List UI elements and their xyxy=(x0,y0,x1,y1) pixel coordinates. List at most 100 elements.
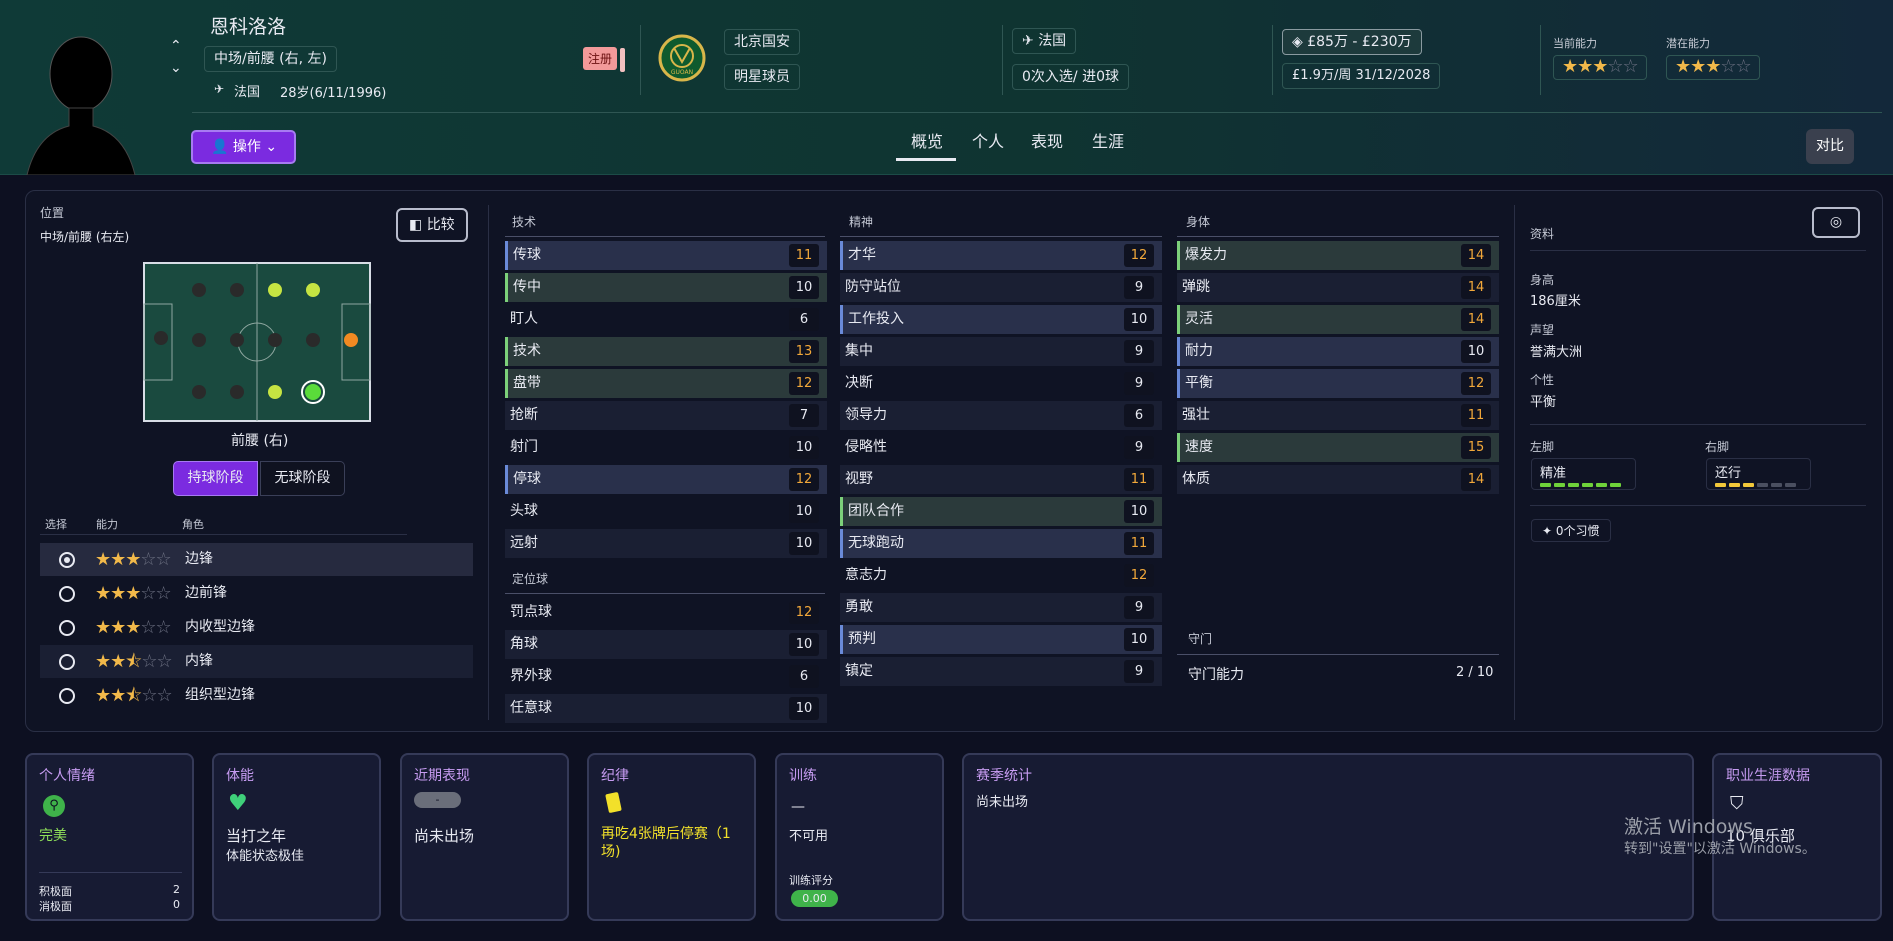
attribute-row[interactable]: 罚点球 12 xyxy=(505,598,827,627)
attribute-row[interactable]: 镇定 9 xyxy=(840,657,1162,686)
compare-top-button[interactable]: 对比 xyxy=(1806,129,1854,164)
training-dash: — xyxy=(791,799,805,815)
discipline-card[interactable]: 纪律 再吃4张牌后停赛（1场) xyxy=(587,753,756,921)
attribute-row[interactable]: 无球跑动 11 xyxy=(840,529,1162,558)
tab-overview[interactable]: 概览 xyxy=(911,128,943,152)
role-row[interactable]: ★★⯪☆☆ 内锋 xyxy=(40,645,473,678)
left-foot-bars xyxy=(1540,483,1627,487)
personality-value: 平衡 xyxy=(1530,395,1557,410)
morale-negative-value: 0 xyxy=(173,898,180,911)
training-card[interactable]: 训练 — 不可用 训练评分 0.00 xyxy=(775,753,944,921)
role-row[interactable]: ★★⯪☆☆ 组织型边锋 xyxy=(40,679,473,712)
attribute-row[interactable]: 角球 10 xyxy=(505,630,827,659)
phase-out-tab[interactable]: 无球阶段 xyxy=(260,461,345,496)
attribute-name: 集中 xyxy=(845,343,873,359)
role-row[interactable]: ★★★☆☆ 边锋 xyxy=(40,543,473,576)
attribute-row[interactable]: 技术 13 xyxy=(505,337,827,366)
attribute-row[interactable]: 勇敢 9 xyxy=(840,593,1162,622)
attribute-value: 10 xyxy=(789,500,819,523)
compare-button[interactable]: ◧ 比较 xyxy=(396,208,468,242)
attribute-value: 9 xyxy=(1124,276,1154,299)
attribute-row[interactable]: 爆发力 14 xyxy=(1177,241,1499,270)
attribute-row[interactable]: 抢断 7 xyxy=(505,401,827,430)
attribute-value: 12 xyxy=(1461,372,1491,395)
morale-positive-label: 积极面 xyxy=(39,885,72,898)
role-radio[interactable] xyxy=(59,688,75,704)
morale-icon: ⚲ xyxy=(43,795,65,817)
season-stats-card[interactable]: 赛季统计 尚未出场 xyxy=(962,753,1694,921)
foot-strength-bar xyxy=(1771,483,1782,487)
phase-in-tab[interactable]: 持球阶段 xyxy=(173,461,258,496)
attribute-row[interactable]: 体质 14 xyxy=(1177,465,1499,494)
attribute-row[interactable]: 盯人 6 xyxy=(505,305,827,334)
training-title: 训练 xyxy=(789,768,817,784)
chevron-down-icon: ⌄ xyxy=(265,139,278,155)
attribute-row[interactable]: 意志力 12 xyxy=(840,561,1162,590)
attribute-name: 罚点球 xyxy=(510,604,552,620)
prev-player-arrow[interactable]: ⌃ xyxy=(170,38,182,54)
technical-title: 技术 xyxy=(512,215,537,229)
tab-personal[interactable]: 个人 xyxy=(972,128,1004,152)
role-radio[interactable] xyxy=(59,552,75,568)
attribute-row[interactable]: 射门 10 xyxy=(505,433,827,462)
reputation-value: 誉满大洲 xyxy=(1530,345,1583,360)
attribute-row[interactable]: 决断 9 xyxy=(840,369,1162,398)
club-name[interactable]: 北京国安 xyxy=(724,29,800,55)
attribute-row[interactable]: 盘带 12 xyxy=(505,369,827,398)
form-card[interactable]: 近期表现 - 尚未出场 xyxy=(400,753,569,921)
attribute-row[interactable]: 工作投入 10 xyxy=(840,305,1162,334)
nation-team[interactable]: ✈ 法国 xyxy=(1012,28,1077,54)
attribute-row[interactable]: 强壮 11 xyxy=(1177,401,1499,430)
attribute-row[interactable]: 远射 10 xyxy=(505,529,827,558)
attribute-row[interactable]: 领导力 6 xyxy=(840,401,1162,430)
attribute-row[interactable]: 速度 15 xyxy=(1177,433,1499,462)
fitness-card[interactable]: 体能 ♥ 当打之年 体能状态极佳 xyxy=(212,753,381,921)
attribute-row[interactable]: 停球 12 xyxy=(505,465,827,494)
attribute-row[interactable]: 集中 9 xyxy=(840,337,1162,366)
attribute-value: 9 xyxy=(1124,436,1154,459)
attribute-row[interactable]: 任意球 10 xyxy=(505,694,827,723)
attribute-name: 盯人 xyxy=(510,311,538,327)
discipline-value: 再吃4张牌后停赛（1场) xyxy=(601,826,731,860)
attribute-row[interactable]: 侵略性 9 xyxy=(840,433,1162,462)
player-name: 恩科洛洛 xyxy=(210,16,287,38)
attribute-row[interactable]: 防守站位 9 xyxy=(840,273,1162,302)
actions-button[interactable]: 👤 操作 ⌄ xyxy=(191,130,296,164)
left-foot-value: 精准 xyxy=(1540,466,1567,481)
attribute-name: 无球跑动 xyxy=(848,535,904,551)
attribute-row[interactable]: 头球 10 xyxy=(505,497,827,526)
attribute-name: 角球 xyxy=(510,636,538,652)
role-radio[interactable] xyxy=(59,620,75,636)
nation-flag-icon: ✈ xyxy=(214,82,225,96)
role-radio[interactable] xyxy=(59,654,75,670)
next-player-arrow[interactable]: ⌄ xyxy=(170,60,182,76)
attribute-name: 才华 xyxy=(848,247,876,263)
role-row[interactable]: ★★★☆☆ 内收型边锋 xyxy=(40,611,473,644)
profile-settings-icon[interactable]: ◎ xyxy=(1812,207,1860,238)
physical-title: 身体 xyxy=(1186,215,1211,229)
tab-career[interactable]: 生涯 xyxy=(1092,128,1124,152)
role-stars: ★★⯪☆☆ xyxy=(95,651,173,672)
morale-card[interactable]: 个人情绪 ⚲ 完美 积极面 2 消极面 0 xyxy=(25,753,194,921)
attribute-value: 9 xyxy=(1124,372,1154,395)
attribute-row[interactable]: 团队合作 10 xyxy=(840,497,1162,526)
role-row[interactable]: ★★★☆☆ 边前锋 xyxy=(40,577,473,610)
attribute-name: 平衡 xyxy=(1185,375,1213,391)
tab-performance[interactable]: 表现 xyxy=(1031,128,1063,152)
habits-chip[interactable]: ✦ 0个习惯 xyxy=(1531,519,1611,542)
attribute-row[interactable]: 才华 12 xyxy=(840,241,1162,270)
attribute-value: 10 xyxy=(1124,308,1154,331)
role-radio[interactable] xyxy=(59,586,75,602)
attribute-name: 传球 xyxy=(513,247,541,263)
attribute-row[interactable]: 灵活 14 xyxy=(1177,305,1499,334)
attribute-row[interactable]: 平衡 12 xyxy=(1177,369,1499,398)
attribute-row[interactable]: 界外球 6 xyxy=(505,662,827,691)
attribute-row[interactable]: 传中 10 xyxy=(505,273,827,302)
club-logo-text: GUOAN xyxy=(671,69,693,76)
attribute-row[interactable]: 传球 11 xyxy=(505,241,827,270)
attribute-row[interactable]: 弹跳 14 xyxy=(1177,273,1499,302)
attribute-row[interactable]: 耐力 10 xyxy=(1177,337,1499,366)
foot-strength-bar xyxy=(1554,483,1565,487)
attribute-row[interactable]: 视野 11 xyxy=(840,465,1162,494)
attribute-row[interactable]: 预判 10 xyxy=(840,625,1162,654)
